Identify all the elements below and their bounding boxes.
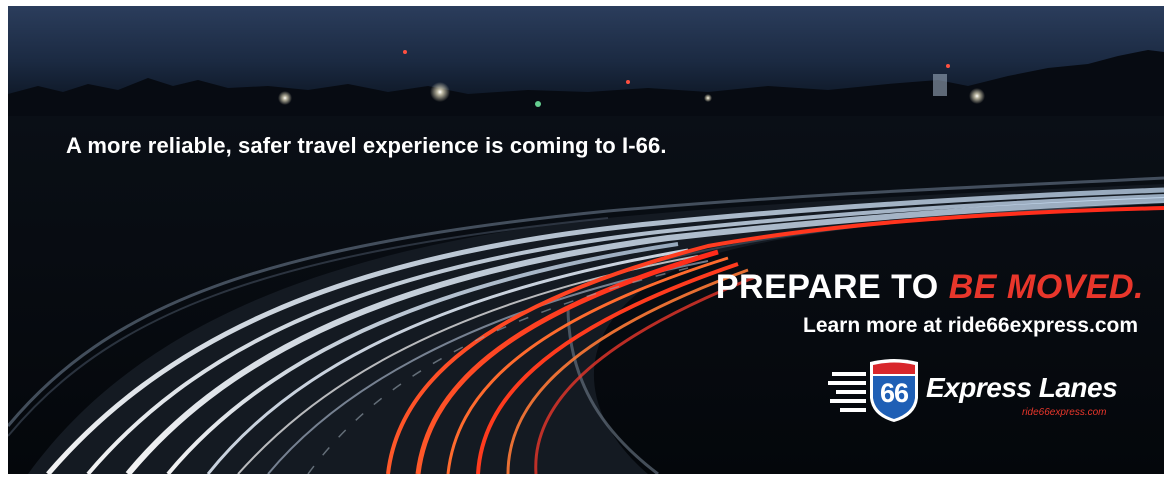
cta-text: Learn more at ride66express.com [803,314,1138,337]
express-lanes-logo: 66 Express Lanes ride66express.com [826,358,1156,428]
tagline: A more reliable, safer travel experience… [66,133,667,158]
ad-banner: A more reliable, safer travel experience… [8,6,1164,474]
logo-url: ride66express.com [1022,407,1107,418]
speed-lines-icon [828,372,866,412]
headline-prefix: PREPARE TO [715,268,949,306]
logo-brand: Express Lanes [926,372,1118,403]
headline: PREPARE TO BE MOVED. [716,268,1144,307]
headline-accent: BE MOVED. [948,268,1144,306]
shield-number: 66 [879,378,909,408]
